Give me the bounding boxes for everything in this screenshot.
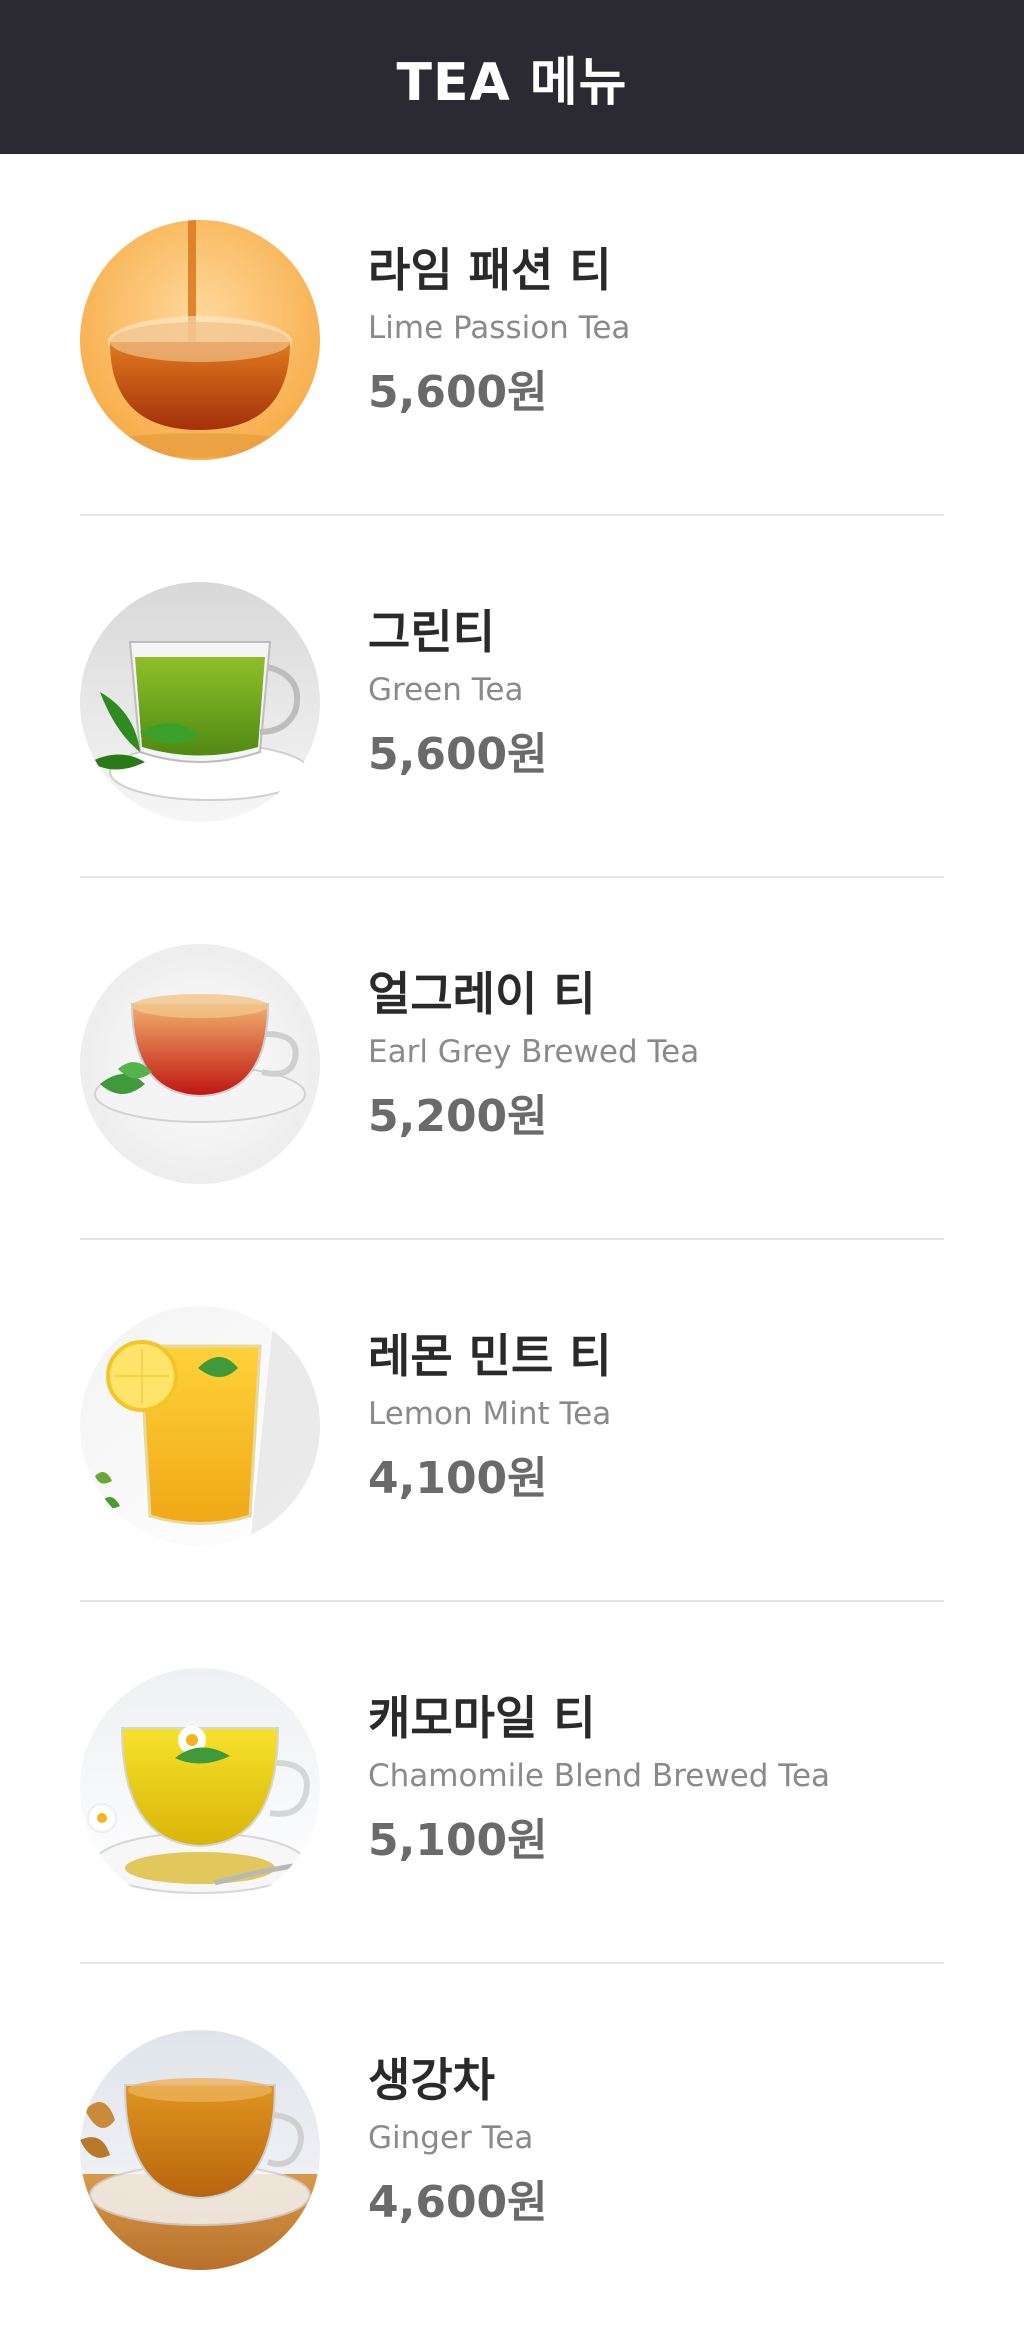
tea-price: 5,100원 (368, 1815, 548, 1866)
lemon-mint-tea-image (80, 1306, 320, 1546)
tea-name-english: Earl Grey Brewed Tea (368, 1034, 700, 1070)
menu-item-earl-grey-tea[interactable]: 얼그레이 티 Earl Grey Brewed Tea 5,200원 (80, 878, 944, 1240)
tea-name: 얼그레이 티 (368, 967, 596, 1021)
tea-name: 생강차 (368, 2053, 495, 2107)
page-title: TEA 메뉴 (396, 52, 628, 113)
tea-menu-list: 라임 패션 티 Lime Passion Tea 5,600원 그린티 Gree… (0, 154, 1024, 2326)
menu-item-chamomile-tea[interactable]: 캐모마일 티 Chamomile Blend Brewed Tea 5,100원 (80, 1602, 944, 1964)
tea-price: 4,100원 (368, 1453, 548, 1504)
tea-name-english: Lemon Mint Tea (368, 1396, 612, 1432)
menu-item-lime-passion-tea[interactable]: 라임 패션 티 Lime Passion Tea 5,600원 (80, 154, 944, 516)
earl-grey-tea-image (80, 944, 320, 1184)
tea-name: 그린티 (368, 605, 495, 659)
tea-price: 5,200원 (368, 1091, 548, 1142)
tea-price: 5,600원 (368, 367, 548, 418)
menu-item-lemon-mint-tea[interactable]: 레몬 민트 티 Lemon Mint Tea 4,100원 (80, 1240, 944, 1602)
menu-item-green-tea[interactable]: 그린티 Green Tea 5,600원 (80, 516, 944, 878)
chamomile-tea-image (80, 1668, 320, 1908)
tea-price: 5,600원 (368, 729, 548, 780)
lime-passion-tea-image (80, 220, 320, 460)
ginger-tea-image (80, 2030, 320, 2270)
tea-name: 라임 패션 티 (368, 243, 612, 297)
app-header: TEA 메뉴 (0, 0, 1024, 154)
tea-name: 캐모마일 티 (368, 1691, 596, 1745)
tea-price: 4,600원 (368, 2177, 548, 2228)
green-tea-image (80, 582, 320, 822)
tea-name-english: Ginger Tea (368, 2120, 534, 2156)
tea-name-english: Chamomile Blend Brewed Tea (368, 1758, 831, 1794)
tea-name: 레몬 민트 티 (368, 1329, 612, 1383)
tea-name-english: Lime Passion Tea (368, 310, 631, 346)
tea-name-english: Green Tea (368, 672, 524, 708)
menu-item-ginger-tea[interactable]: 생강차 Ginger Tea 4,600원 (80, 1964, 944, 2326)
